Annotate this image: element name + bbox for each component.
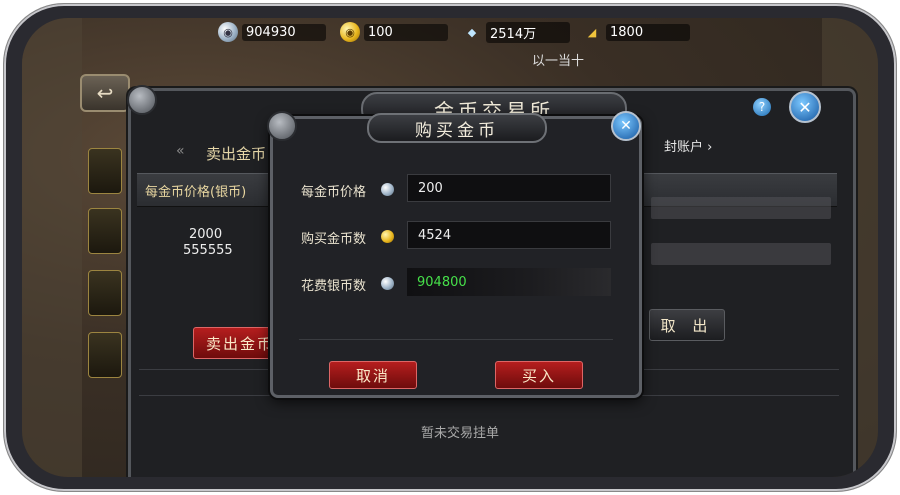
row-price: 2000 [189, 227, 223, 242]
inventory-slot[interactable] [88, 332, 122, 378]
corner-knob [127, 85, 157, 115]
tab-account[interactable]: 封账户 › [664, 136, 712, 155]
close-icon[interactable]: ✕ [789, 91, 821, 123]
ticket-icon: ◢ [587, 25, 597, 39]
top-note: 以一当十 [532, 54, 585, 69]
silver-coin-icon [381, 183, 394, 196]
amount-input[interactable]: 4524 [407, 221, 611, 249]
amount-label: 购买金币数 [301, 232, 367, 247]
blurred-field [651, 243, 831, 265]
empty-listing-note: 暂未交易挂单 [421, 426, 500, 441]
buy-button[interactable]: 买入 [495, 361, 583, 389]
row-amount: 555555 [183, 243, 233, 258]
cost-value: 904800 [407, 268, 611, 296]
diamond-resource: ◆ 2514万 [462, 21, 570, 43]
gold-resource: ◉ 100 [340, 22, 448, 42]
game-screen: ◉ 904930 ◉ 100 ◆ 2514万 ◢ 1800 以一当十 ↩ 金币交… [22, 18, 878, 477]
close-icon[interactable]: ✕ [611, 111, 641, 141]
divider [299, 339, 613, 340]
tab-left-arrow-icon[interactable]: « [176, 143, 185, 159]
diamond-value: 2514万 [486, 21, 570, 43]
gold-coin-icon [381, 230, 394, 243]
phone-frame: ◉ 904930 ◉ 100 ◆ 2514万 ◢ 1800 以一当十 ↩ 金币交… [4, 4, 896, 491]
corner-knob [267, 111, 297, 141]
back-button[interactable]: ↩ [80, 74, 130, 112]
silver-value: 904930 [242, 23, 326, 41]
inventory-slot[interactable] [88, 270, 122, 316]
cancel-button[interactable]: 取消 [329, 361, 417, 389]
scene-left [22, 18, 82, 477]
buy-gold-dialog: 购买金币 ✕ 每金币价格 200 购买金币数 4524 花费银币数 904800… [267, 111, 642, 398]
withdraw-button[interactable]: 取 出 [649, 309, 725, 341]
cost-label: 花费银币数 [301, 279, 367, 294]
price-field: 200 [407, 174, 611, 202]
blurred-field [651, 197, 831, 219]
help-icon[interactable]: ? [753, 98, 771, 116]
dialog-title: 购买金币 [367, 113, 547, 143]
price-label: 每金币价格 [301, 185, 367, 200]
silver-coin-icon: ◉ [218, 22, 238, 42]
tab-sell-gold[interactable]: 卖出金币 [206, 143, 266, 164]
gold-value: 100 [364, 23, 448, 41]
column-price: 每金币价格(银币) [145, 185, 247, 200]
diamond-icon: ◆ [467, 25, 477, 39]
ticket-value: 1800 [606, 23, 690, 41]
ticket-resource: ◢ 1800 [582, 22, 690, 42]
inventory-slot[interactable] [88, 148, 122, 194]
gold-coin-icon: ◉ [340, 22, 360, 42]
back-arrow-icon: ↩ [96, 81, 114, 105]
silver-coin-icon [381, 277, 394, 290]
silver-resource: ◉ 904930 [218, 22, 326, 42]
inventory-slot[interactable] [88, 208, 122, 254]
